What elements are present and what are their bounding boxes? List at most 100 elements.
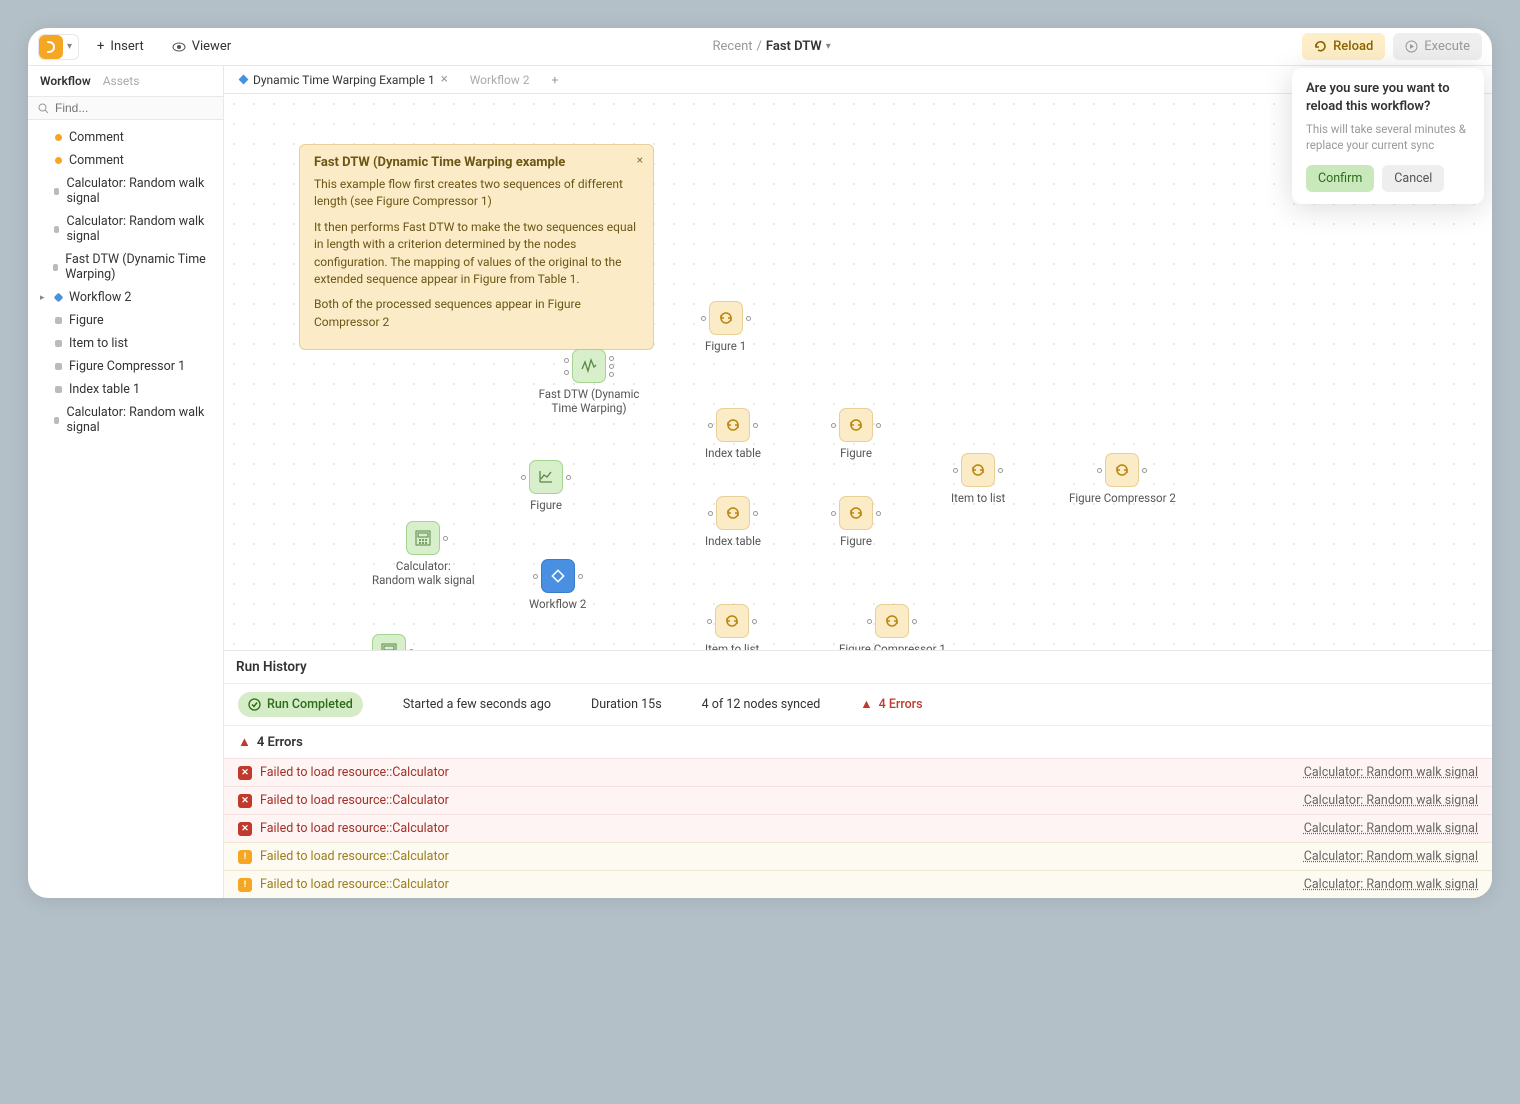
viewer-button[interactable]: Viewer: [162, 34, 241, 59]
node-label: Figure Compressor 2: [1069, 491, 1176, 505]
dialog-title: Are you sure you want to reload this wor…: [1306, 80, 1470, 115]
errors-header: ▲ 4 Errors: [224, 726, 1492, 758]
run-status-badge: Run Completed: [238, 692, 363, 717]
sidebar-tab-workflow[interactable]: Workflow: [40, 74, 91, 88]
node-fastdtw[interactable]: Fast DTW (Dynamic Time Warping): [529, 349, 649, 415]
run-errors-summary[interactable]: ▲ 4 Errors: [860, 697, 922, 712]
sidebar-item[interactable]: ▸Workflow 2: [28, 286, 223, 309]
error-row[interactable]: ✕Failed to load resource::CalculatorCalc…: [224, 758, 1492, 786]
sidebar-item[interactable]: Comment: [28, 126, 223, 149]
node-itemlist-a[interactable]: Item to list: [705, 604, 759, 650]
sidebar-item[interactable]: Figure: [28, 309, 223, 332]
toolbar: ▾ + Insert Viewer Recent / Fast DTW ▾ Re…: [28, 28, 1492, 66]
play-icon: [1405, 40, 1418, 53]
tab-workflow2[interactable]: Workflow 2: [464, 73, 536, 87]
search-input[interactable]: [55, 101, 213, 115]
node-label: Item to list: [705, 642, 759, 650]
error-source-link[interactable]: Calculator: Random walk signal: [1304, 765, 1478, 780]
refresh-icon: [715, 604, 749, 638]
node-label: Index table: [705, 534, 761, 548]
note-p: Both of the processed sequences appear i…: [314, 296, 639, 331]
sidebar-item[interactable]: Calculator: Random walk signal: [28, 172, 223, 210]
sidebar-tab-assets[interactable]: Assets: [103, 74, 140, 88]
sidebar-item[interactable]: Fast DTW (Dynamic Time Warping): [28, 248, 223, 286]
warning-icon: !: [238, 850, 252, 864]
node-figure[interactable]: Figure: [529, 460, 563, 512]
reload-button[interactable]: Reload: [1302, 33, 1385, 60]
tree: CommentCommentCalculator: Random walk si…: [28, 120, 223, 445]
run-history-panel: Run History Run Completed Started a few …: [224, 650, 1492, 898]
refresh-icon: [709, 301, 743, 335]
close-icon[interactable]: ×: [637, 153, 643, 167]
node-label: Calculator: Random walk signal: [372, 559, 475, 587]
error-source-link[interactable]: Calculator: Random walk signal: [1304, 849, 1478, 864]
error-source-link[interactable]: Calculator: Random walk signal: [1304, 877, 1478, 892]
viewer-label: Viewer: [192, 39, 231, 54]
note-p: This example flow first creates two sequ…: [314, 176, 639, 211]
sidebar-item[interactable]: Figure Compressor 1: [28, 355, 223, 378]
node-figcomp1[interactable]: Figure Compressor 1: [839, 604, 946, 650]
node-calculator[interactable]: Calculator: Random walk signal: [372, 521, 475, 587]
tab-dtw-example[interactable]: Dynamic Time Warping Example 1 ×: [234, 72, 454, 87]
refresh-icon: [716, 496, 750, 530]
confirm-button[interactable]: Confirm: [1306, 165, 1374, 192]
status-dot-icon: [55, 363, 62, 370]
node-itemlist-b[interactable]: Item to list: [951, 453, 1005, 505]
sidebar-item-label: Comment: [69, 130, 124, 145]
node-calculator-2[interactable]: [372, 634, 406, 650]
reload-confirm-dialog: Are you sure you want to reload this wor…: [1292, 68, 1484, 204]
insert-button[interactable]: + Insert: [87, 34, 154, 59]
status-dot-icon: [53, 264, 58, 271]
sidebar-item[interactable]: Index table 1: [28, 378, 223, 401]
sidebar-item-label: Workflow 2: [69, 290, 131, 305]
calculator-icon: [406, 521, 440, 555]
chevron-down-icon: ▾: [67, 41, 72, 52]
sidebar-item[interactable]: Calculator: Random walk signal: [28, 210, 223, 248]
sidebar: Workflow Assets CommentCommentCalculator…: [28, 66, 224, 898]
comment-note[interactable]: × Fast DTW (Dynamic Time Warping example…: [299, 144, 654, 350]
sidebar-item[interactable]: Comment: [28, 149, 223, 172]
error-message: Failed to load resource::Calculator: [260, 793, 1296, 808]
status-dot-icon: [55, 317, 62, 324]
diamond-icon: [239, 75, 249, 85]
chevron-down-icon: ▾: [826, 41, 831, 52]
breadcrumb[interactable]: Recent / Fast DTW ▾: [712, 39, 830, 54]
status-dot-icon: [55, 134, 62, 141]
node-figure-b[interactable]: Figure: [839, 496, 873, 548]
node-label: Fast DTW (Dynamic Time Warping): [529, 387, 649, 415]
sidebar-item[interactable]: Item to list: [28, 332, 223, 355]
execute-button[interactable]: Execute: [1393, 33, 1482, 60]
node-indextable-b[interactable]: Index table: [705, 496, 761, 548]
execute-label: Execute: [1424, 39, 1470, 54]
search-icon: [38, 103, 49, 114]
node-label: Figure: [840, 534, 872, 548]
node-label: Workflow 2: [529, 597, 586, 611]
node-workflow2[interactable]: Workflow 2: [529, 559, 586, 611]
app-menu[interactable]: ▾: [38, 34, 79, 60]
error-source-link[interactable]: Calculator: Random walk signal: [1304, 793, 1478, 808]
error-row[interactable]: !Failed to load resource::CalculatorCalc…: [224, 870, 1492, 898]
close-icon[interactable]: ×: [441, 72, 448, 87]
node-indextable-a[interactable]: Index table: [705, 408, 761, 460]
add-tab-button[interactable]: +: [546, 73, 565, 87]
refresh-icon: [839, 408, 873, 442]
error-row[interactable]: ✕Failed to load resource::CalculatorCalc…: [224, 814, 1492, 842]
run-duration: Duration 15s: [591, 697, 662, 712]
breadcrumb-title: Fast DTW: [766, 39, 822, 54]
error-row[interactable]: !Failed to load resource::CalculatorCalc…: [224, 842, 1492, 870]
node-figcomp2[interactable]: Figure Compressor 2: [1069, 453, 1176, 505]
waveform-icon: [572, 349, 606, 383]
node-figure1[interactable]: Figure 1: [705, 301, 746, 353]
error-row[interactable]: ✕Failed to load resource::CalculatorCalc…: [224, 786, 1492, 814]
cancel-button[interactable]: Cancel: [1382, 165, 1444, 192]
refresh-icon: [1105, 453, 1139, 487]
tab-label: Workflow 2: [470, 73, 530, 87]
run-status-label: Run Completed: [267, 697, 353, 712]
search-box[interactable]: [28, 96, 223, 120]
sidebar-item[interactable]: Calculator: Random walk signal: [28, 401, 223, 439]
errors-header-label: 4 Errors: [257, 735, 303, 750]
error-icon: ✕: [238, 766, 252, 780]
status-dot-icon: [55, 157, 62, 164]
error-source-link[interactable]: Calculator: Random walk signal: [1304, 821, 1478, 836]
node-figure-a[interactable]: Figure: [839, 408, 873, 460]
